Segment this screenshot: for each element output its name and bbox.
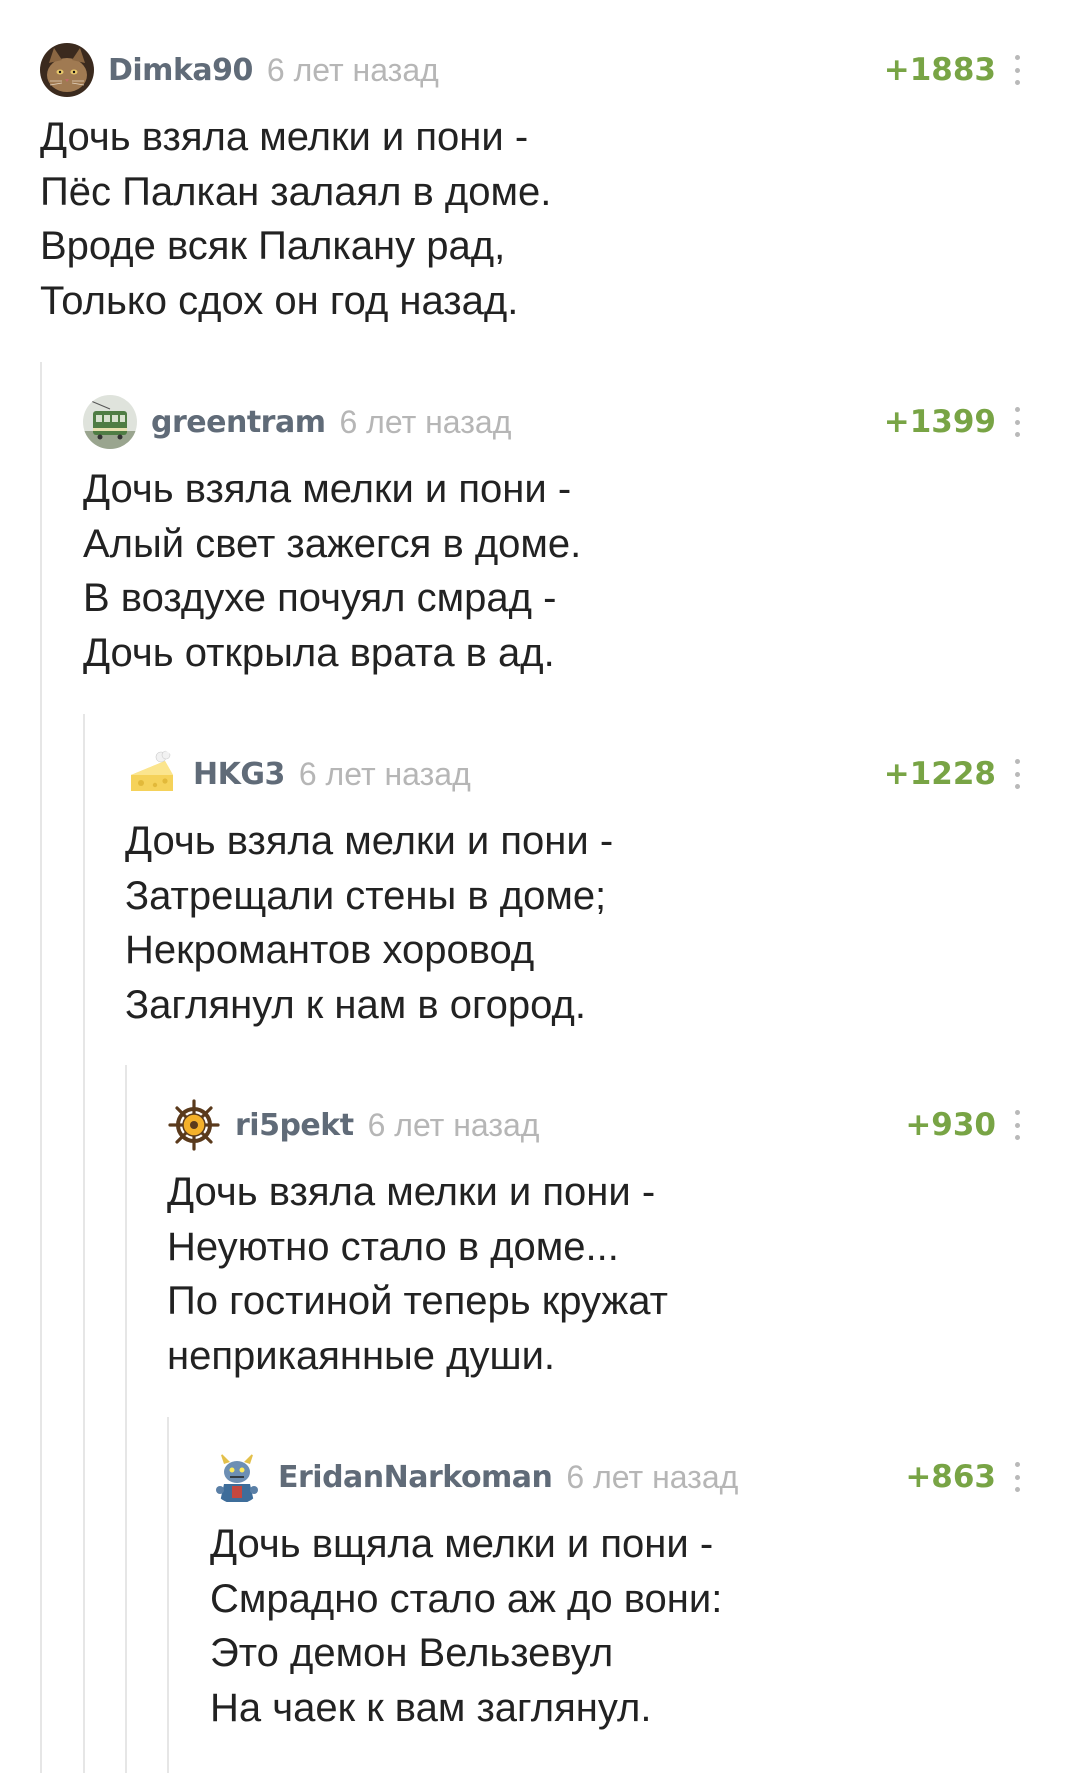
avatar[interactable] <box>167 1098 221 1152</box>
tram-avatar-icon <box>83 395 137 449</box>
comment-thread: Dimka90 6 лет назад +1883 Дочь взяла мел… <box>0 0 1080 1773</box>
comment-time: 6 лет назад <box>367 1106 540 1143</box>
comment-line: Вроде всяк Палкану рад, <box>40 224 506 268</box>
comment-time: 6 лет назад <box>339 403 512 440</box>
comment-time: 6 лет назад <box>266 51 439 88</box>
comment-line: Смрадно стало аж до вони: <box>210 1576 723 1621</box>
comment-header: HKG3 6 лет назад +1228 <box>125 746 1022 802</box>
comment-header: Dimka90 6 лет назад +1883 <box>40 42 1022 98</box>
avatar[interactable] <box>210 1450 264 1504</box>
username[interactable]: HKG3 <box>193 757 285 792</box>
comment: ri5pekt 6 лет назад +930 Дочь взяла мелк… <box>167 1097 1022 1383</box>
comment-header: greentram 6 лет назад +1399 <box>83 394 1022 450</box>
comment: Dimka90 6 лет назад +1883 Дочь взяла мел… <box>40 42 1022 328</box>
comment-body: Дочь взяла мелки и пони - Неуютно стало … <box>167 1165 1022 1383</box>
comment-body: Дочь взяла мелки и пони - Алый свет заже… <box>83 462 1022 680</box>
comment-line: Некромантов хоровод <box>125 928 535 972</box>
comment-line: Дочь взяла мелки и пони - <box>125 819 614 863</box>
comment-line: На чаек к вам заглянул. <box>210 1685 652 1730</box>
username[interactable]: Dimka90 <box>108 53 253 88</box>
avatar[interactable] <box>40 43 94 97</box>
comment: greentram 6 лет назад +1399 Дочь взяла м… <box>83 394 1022 680</box>
comment-rating: +930 <box>905 1107 996 1143</box>
comment-rating: +1228 <box>883 756 996 792</box>
comment-line: В воздухе почуял смрад - <box>83 576 557 620</box>
comment-line: Пёс Палкан залаял в доме. <box>40 169 552 214</box>
comment: HKG3 6 лет назад +1228 Дочь взяла мелки … <box>125 746 1022 1032</box>
comment-body: Дочь вщяла мелки и пони - Смрадно стало … <box>210 1517 1022 1735</box>
comment-line: Неуютно стало в доме... <box>167 1224 619 1269</box>
username[interactable]: ri5pekt <box>235 1108 354 1143</box>
comment-line: Дочь взяла мелки и пони - <box>83 467 572 511</box>
comment-line: Это демон Вельзевул <box>210 1631 614 1675</box>
comment-time: 6 лет назад <box>566 1458 739 1495</box>
thread-line[interactable] <box>40 362 42 1773</box>
thread-line[interactable] <box>167 1417 169 1773</box>
monster-avatar-icon <box>210 1450 264 1504</box>
comment-body: Дочь взяла мелки и пони - Затрещали стен… <box>125 814 1022 1032</box>
comment-line: Дочь вщяла мелки и пони - <box>210 1522 714 1566</box>
username[interactable]: greentram <box>151 405 326 440</box>
cheese-avatar-icon <box>125 747 179 801</box>
comment-line: Дочь взяла мелки и пони - <box>167 1170 656 1214</box>
thread-line[interactable] <box>125 1065 127 1773</box>
comment-line: Заглянул к нам в огород. <box>125 982 586 1027</box>
more-options-icon[interactable] <box>1012 759 1022 789</box>
comment-line: По гостиной теперь кружат <box>167 1279 668 1323</box>
username[interactable]: EridanNarkoman <box>278 1460 553 1495</box>
comment-line: Дочь взяла мелки и пони - <box>40 115 529 159</box>
comment-body: Дочь взяла мелки и пони - Пёс Палкан зал… <box>40 110 1022 328</box>
avatar[interactable] <box>83 395 137 449</box>
comment-rating: +1883 <box>883 52 996 88</box>
comment-line: Дочь открыла врата в ад. <box>83 630 555 675</box>
comment-rating: +863 <box>905 1459 996 1495</box>
comment-line: Алый свет зажегся в доме. <box>83 521 582 566</box>
thread-line[interactable] <box>83 714 85 1773</box>
avatar[interactable] <box>125 747 179 801</box>
comment-line: неприкаянные души. <box>167 1333 556 1378</box>
more-options-icon[interactable] <box>1012 1462 1022 1492</box>
comment-header: ri5pekt 6 лет назад +930 <box>167 1097 1022 1153</box>
more-options-icon[interactable] <box>1012 1110 1022 1140</box>
comment-time: 6 лет назад <box>298 755 471 792</box>
comment-rating: +1399 <box>883 404 996 440</box>
more-options-icon[interactable] <box>1012 407 1022 437</box>
comment: EridanNarkoman 6 лет назад +863 Дочь вщя… <box>210 1449 1022 1735</box>
ship-wheel-avatar-icon <box>167 1098 221 1152</box>
cat-avatar-icon <box>40 43 94 97</box>
comment-header: EridanNarkoman 6 лет назад +863 <box>210 1449 1022 1505</box>
comment-line: Затрещали стены в доме; <box>125 873 607 918</box>
comment-line: Только сдох он год назад. <box>40 278 519 323</box>
more-options-icon[interactable] <box>1012 55 1022 85</box>
